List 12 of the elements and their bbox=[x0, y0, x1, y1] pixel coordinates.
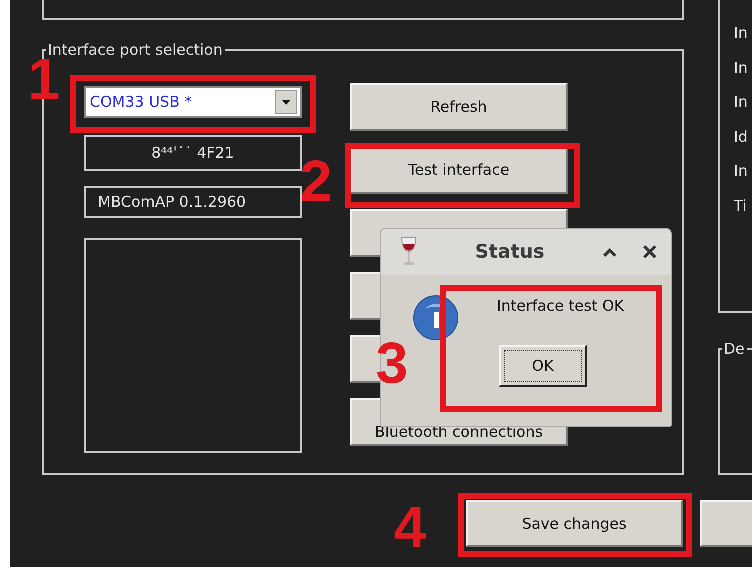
info-label: In bbox=[734, 93, 749, 113]
step-number: 2 bbox=[300, 154, 332, 210]
dialog-title: Status bbox=[474, 241, 546, 263]
info-label: In bbox=[734, 58, 749, 78]
group-title: De bbox=[723, 340, 746, 358]
info-label: Ti bbox=[734, 196, 748, 216]
info-label: In bbox=[734, 162, 749, 182]
info-label: In bbox=[734, 24, 749, 44]
step-number: 4 bbox=[394, 500, 426, 556]
info-label: Id bbox=[734, 128, 749, 148]
message-text: Interface test OK bbox=[497, 297, 624, 315]
step-number: 3 bbox=[376, 336, 408, 392]
